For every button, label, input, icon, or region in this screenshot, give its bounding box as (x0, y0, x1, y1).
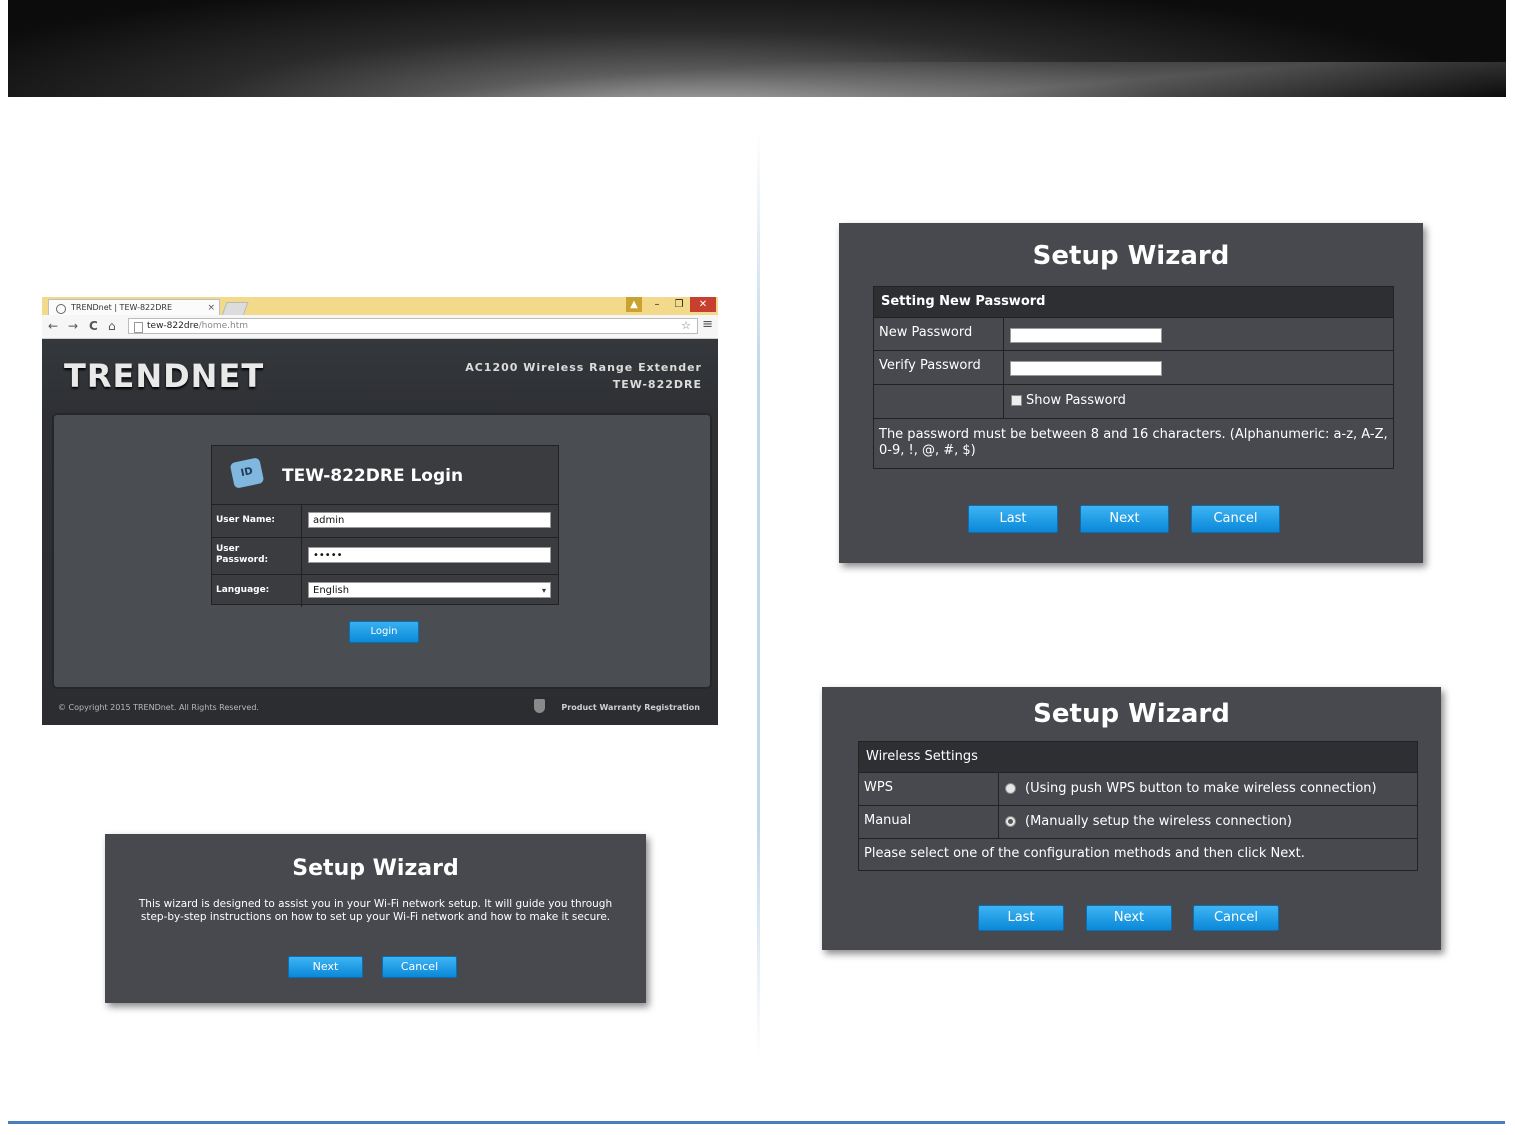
dropdown-arrow-icon: ▾ (541, 586, 546, 595)
manual-label: Manual (859, 806, 999, 838)
password-note-line1: The password must be between 8 and 16 ch… (879, 427, 1388, 442)
verify-password-input[interactable] (1010, 361, 1162, 376)
back-arrow-icon[interactable]: ← (48, 318, 58, 334)
show-password-label: Show Password (1026, 393, 1126, 408)
browser-tab[interactable]: TRENDnet | TEW-822DRE × (48, 299, 220, 315)
header-banner (8, 0, 1506, 97)
warranty-link[interactable]: Product Warranty Registration (561, 703, 700, 712)
username-input[interactable]: admin (308, 512, 551, 528)
next-button[interactable]: Next (1086, 905, 1172, 931)
reload-icon[interactable]: C (89, 318, 98, 334)
wizard-description-line1: This wizard is designed to assist you in… (138, 898, 613, 910)
setup-wizard-intro: Setup Wizard This wizard is designed to … (105, 834, 646, 1003)
last-button[interactable]: Last (978, 905, 1064, 931)
product-model: TEW-822DRE (612, 378, 702, 391)
column-divider (757, 130, 760, 1060)
language-row: Language: English ▾ (212, 575, 558, 607)
password-label-line1: User (216, 544, 240, 554)
manual-description: (Manually setup the wireless connection) (1025, 814, 1292, 829)
trendnet-logo: TRENDNET (64, 357, 265, 395)
login-button[interactable]: Login (349, 621, 419, 643)
wireless-table: Wireless Settings WPS (Using push WPS bu… (858, 741, 1418, 871)
login-box: ID TEW-822DRE Login User Name: admin Use… (211, 445, 559, 607)
home-icon[interactable]: ⌂ (108, 318, 116, 334)
empty-label-cell (874, 385, 1004, 418)
address-bar[interactable]: tew-822dre/home.htm ☆ (128, 318, 698, 334)
cancel-button[interactable]: Cancel (1193, 905, 1279, 931)
cancel-button[interactable]: Cancel (382, 956, 457, 978)
password-note: The password must be between 8 and 16 ch… (874, 419, 1393, 459)
username-row: User Name: admin (212, 505, 558, 538)
wireless-note: Please select one of the configuration m… (864, 846, 1305, 861)
menu-icon[interactable]: ≡ (702, 317, 713, 332)
page-icon (134, 322, 143, 333)
wizard-title: Setup Wizard (292, 856, 459, 881)
wizard-description-line2: step-by-step instructions on how to set … (140, 911, 611, 923)
password-input[interactable]: ••••• (308, 547, 551, 563)
wps-row: WPS (Using push WPS button to make wirel… (859, 773, 1417, 806)
manual-row: Manual (Manually setup the wireless conn… (859, 806, 1417, 839)
id-card-icon: ID (229, 457, 265, 489)
close-window-icon[interactable]: ✕ (690, 297, 716, 312)
wps-description: (Using push WPS button to make wireless … (1025, 781, 1377, 796)
maximize-icon[interactable]: ❐ (668, 297, 690, 312)
tab-close-icon[interactable]: × (207, 300, 215, 316)
last-button[interactable]: Last (968, 505, 1058, 533)
product-name: AC1200 Wireless Range Extender (465, 361, 702, 374)
url-path: /home.htm (198, 321, 249, 331)
next-button[interactable]: Next (1080, 505, 1169, 533)
new-password-row: New Password (874, 318, 1393, 351)
password-table: Setting New Password New Password Verify… (873, 286, 1394, 469)
section-header: Setting New Password (874, 287, 1393, 318)
password-label-line2: Password: (216, 555, 269, 565)
manual-radio[interactable] (1005, 816, 1016, 827)
login-header: ID TEW-822DRE Login (212, 446, 558, 505)
password-note-line2: 0-9, !, @, #, $) (879, 443, 976, 458)
wps-radio[interactable] (1005, 783, 1016, 794)
shield-icon (534, 699, 545, 713)
tab-title: TRENDnet | TEW-822DRE (71, 303, 173, 312)
language-label: Language: (212, 575, 302, 607)
browser-toolbar: ← → C ⌂ tew-822dre/home.htm ☆ ≡ (42, 315, 718, 339)
verify-password-label: Verify Password (874, 351, 1004, 384)
new-password-label: New Password (874, 318, 1004, 350)
new-tab-button[interactable] (221, 302, 249, 316)
new-password-input[interactable] (1010, 328, 1162, 343)
setup-wizard-password: Setup Wizard Setting New Password New Pa… (839, 223, 1423, 563)
username-label: User Name: (212, 505, 302, 537)
user-profile-icon[interactable]: ▲ (626, 297, 642, 312)
wps-label: WPS (859, 773, 999, 805)
url-host: tew-822dre (147, 321, 199, 331)
verify-password-row: Verify Password (874, 351, 1393, 385)
forward-arrow-icon[interactable]: → (68, 318, 78, 334)
favicon-icon (56, 304, 66, 314)
password-row: User Password: ••••• (212, 538, 558, 575)
next-button[interactable]: Next (288, 956, 363, 978)
login-area: ID TEW-822DRE Login User Name: admin Use… (52, 413, 712, 689)
password-label: User Password: (212, 538, 302, 574)
bookmark-star-icon[interactable]: ☆ (681, 319, 691, 333)
copyright-text: © Copyright 2015 TRENDnet. All Rights Re… (58, 703, 259, 712)
wizard-description: This wizard is designed to assist you in… (105, 898, 646, 924)
section-header: Wireless Settings (859, 742, 1417, 773)
show-password-row: Show Password (874, 385, 1393, 419)
cancel-button[interactable]: Cancel (1191, 505, 1280, 533)
setup-wizard-wireless: Setup Wizard Wireless Settings WPS (Usin… (822, 687, 1441, 950)
language-value: English (313, 585, 350, 596)
login-title: TEW-822DRE Login (282, 466, 464, 486)
browser-window: TRENDnet | TEW-822DRE × ▲ – ❐ ✕ ← → C ⌂ … (42, 297, 718, 725)
wizard-title: Setup Wizard (1033, 699, 1230, 729)
router-login-page: TRENDNET AC1200 Wireless Range Extender … (42, 339, 718, 725)
language-select[interactable]: English ▾ (308, 582, 551, 598)
show-password-checkbox[interactable] (1011, 395, 1022, 406)
browser-tab-bar: TRENDnet | TEW-822DRE × ▲ – ❐ ✕ (42, 297, 718, 316)
minimize-icon[interactable]: – (646, 297, 668, 312)
footer-rule (8, 1121, 1505, 1124)
wizard-title: Setup Wizard (1032, 241, 1230, 271)
